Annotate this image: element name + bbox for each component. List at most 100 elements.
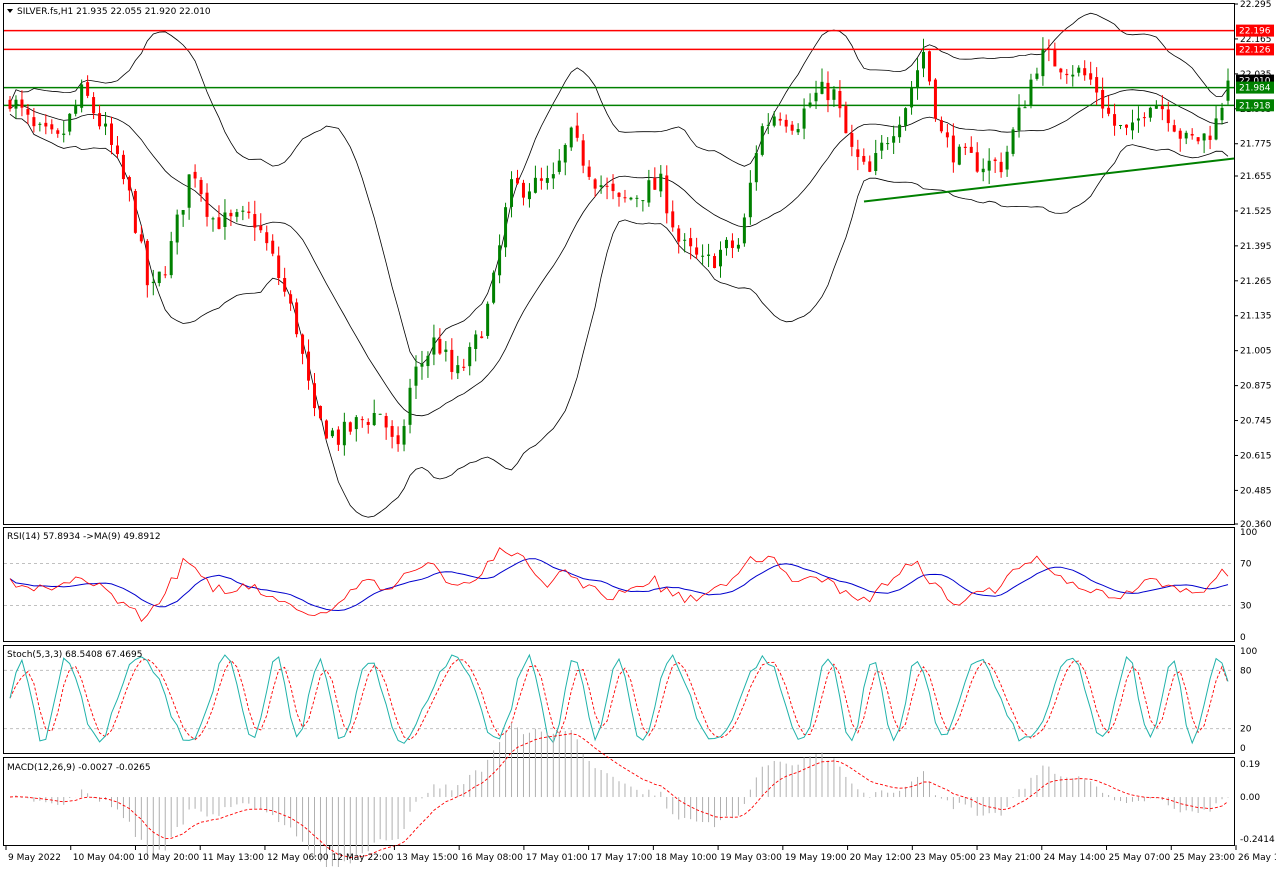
candle-body: [127, 177, 131, 191]
candle-body: [426, 355, 430, 367]
candle-body: [784, 119, 788, 127]
price-tick-label: 21.775: [1240, 140, 1272, 150]
candle-body: [1041, 49, 1045, 77]
time-tick-label: 13 May 15:00: [396, 853, 458, 863]
candle-body: [557, 160, 561, 172]
axes: 22.29522.16522.03521.90521.77521.65521.5…: [5, 0, 1276, 863]
candle-body: [1089, 73, 1093, 80]
candle-body: [50, 124, 54, 130]
price-level-tag-label: 22.196: [1239, 27, 1271, 37]
candle-body: [545, 178, 549, 183]
candle-body: [235, 212, 239, 217]
candle-body: [390, 426, 394, 437]
candle-body: [253, 214, 257, 228]
candle-body: [121, 154, 125, 180]
macd-level-label: -0.2414: [1240, 835, 1275, 845]
candle-body: [736, 244, 740, 249]
candle-body: [898, 124, 902, 138]
time-tick-label: 25 May 07:00: [1109, 853, 1171, 863]
stoch-level-label: 80: [1240, 666, 1252, 676]
candle-body: [157, 271, 161, 284]
candle-body: [199, 179, 203, 195]
candle-body: [324, 420, 328, 439]
ascending-trendline[interactable]: [863, 157, 1235, 203]
candle-body: [444, 349, 448, 352]
candle-body: [527, 191, 531, 200]
rsi-level-label: 70: [1240, 560, 1252, 570]
candle-body: [724, 239, 728, 249]
candle-body: [635, 197, 639, 199]
candle-body: [480, 336, 484, 339]
price-tick-label: 20.615: [1240, 451, 1272, 461]
candle-body: [766, 124, 770, 126]
candle-body: [307, 351, 311, 381]
candle-body: [647, 180, 651, 203]
candle-body: [492, 272, 496, 303]
price-tick-label: 21.655: [1240, 172, 1272, 182]
stoch-panel-frame: [3, 645, 1235, 754]
candle-body: [850, 133, 854, 147]
price-panel[interactable]: [4, 12, 1235, 518]
price-tick-label: 21.525: [1240, 207, 1272, 217]
candle-body: [283, 277, 287, 292]
candle-body: [151, 281, 155, 284]
candle-body: [1107, 107, 1111, 114]
candle-body: [223, 212, 227, 227]
rsi-level-label: 0: [1240, 633, 1246, 643]
candle-body: [575, 125, 579, 138]
candle-body: [1142, 117, 1146, 119]
candle-body: [229, 212, 233, 217]
price-tick-label: 21.265: [1240, 277, 1272, 287]
candle-body: [539, 178, 543, 181]
candle-body: [98, 113, 102, 127]
time-tick-label: 12 May 22:00: [332, 853, 394, 863]
time-tick-label: 23 May 21:00: [979, 853, 1041, 863]
candle-body: [289, 294, 293, 304]
candle-body: [1083, 68, 1087, 76]
candle-body: [963, 146, 967, 148]
candle-body: [605, 185, 609, 187]
candle-body: [348, 422, 352, 432]
time-tick-label: 10 May 20:00: [137, 853, 199, 863]
time-tick-label: 26 May 16:00: [1238, 853, 1276, 863]
candle-body: [1029, 79, 1033, 106]
candle-body: [653, 178, 657, 190]
price-tick-label: 22.295: [1240, 0, 1272, 10]
rsi-panel[interactable]: [4, 547, 1234, 622]
macd-title: MACD(12,26,9) -0.0027 -0.0265: [7, 763, 151, 773]
triangle-down-icon[interactable]: [7, 9, 13, 13]
candle-body: [414, 366, 418, 386]
chart-canvas[interactable]: 22.29522.16522.03521.90521.77521.65521.5…: [0, 0, 1276, 871]
candle-body: [450, 349, 454, 372]
candle-body: [301, 334, 305, 354]
candle-body: [707, 254, 711, 256]
candle-body: [1023, 107, 1027, 109]
candle-body: [1095, 77, 1099, 93]
rsi-title: RSI(14) 57.8934 ->MA(9) 49.8912: [7, 532, 161, 542]
candle-body: [384, 416, 388, 428]
candle-body: [8, 99, 12, 109]
candle-body: [987, 160, 991, 171]
price-tick-label: 20.875: [1240, 382, 1272, 392]
candle-body: [1148, 107, 1152, 118]
candle-body: [623, 197, 627, 199]
candle-body: [1184, 132, 1188, 139]
time-tick-label: 16 May 08:00: [461, 853, 523, 863]
bollinger-lower: [9, 113, 1229, 518]
stoch-level-label: 20: [1240, 725, 1252, 735]
candle-body: [408, 387, 412, 425]
candle-body: [1196, 137, 1200, 142]
candle-body: [874, 153, 878, 171]
time-tick-label: 11 May 13:00: [202, 853, 264, 863]
bollinger-upper: [9, 12, 1229, 365]
candle-body: [778, 118, 782, 121]
candle-body: [1017, 107, 1021, 131]
candle-body: [468, 346, 472, 367]
trading-chart[interactable]: 22.29522.16522.03521.90521.77521.65521.5…: [0, 0, 1276, 871]
candle-body: [1160, 105, 1164, 110]
candle-body: [790, 124, 794, 131]
stoch-panel[interactable]: [4, 653, 1234, 745]
candle-body: [1172, 125, 1176, 132]
macd-level-label: 0.19: [1240, 760, 1260, 770]
macd-panel-frame: [3, 757, 1235, 846]
